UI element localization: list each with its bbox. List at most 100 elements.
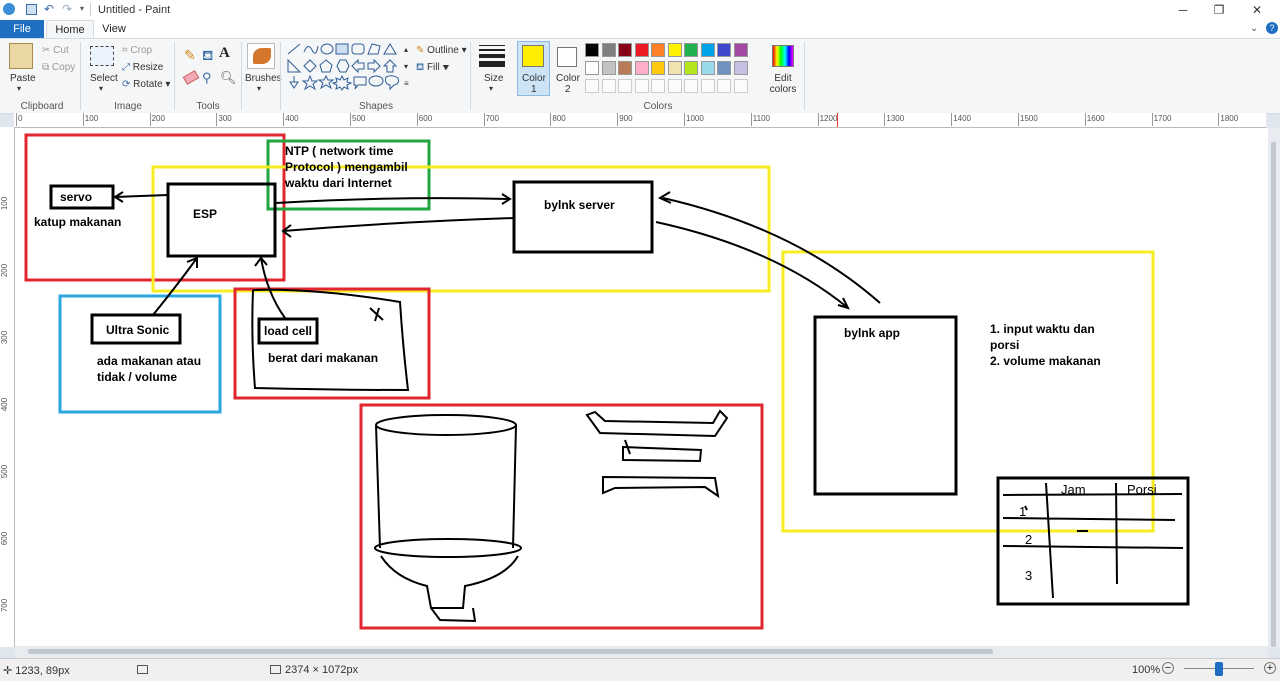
tab-file[interactable]: File: [0, 20, 44, 38]
palette-color-swatch[interactable]: [700, 61, 715, 75]
rotate-button[interactable]: ⟳ Rotate ▾: [122, 79, 170, 90]
zoom-in-button[interactable]: +: [1264, 662, 1276, 674]
palette-color-swatch[interactable]: [651, 61, 665, 75]
ntp-line1: NTP ( network time: [285, 144, 394, 158]
window-title: Untitled - Paint: [98, 4, 171, 16]
horizontal-scrollbar[interactable]: [15, 646, 1268, 658]
container-funnel: [380, 555, 519, 609]
palette-color-swatch[interactable]: [733, 43, 748, 57]
shapes-gallery[interactable]: [286, 42, 412, 92]
ruler-tick-line: [283, 113, 285, 126]
text-tool-icon[interactable]: A: [219, 45, 230, 62]
custom-color-slot[interactable]: [733, 79, 748, 93]
palette-color-swatch[interactable]: [585, 61, 599, 75]
resize-button[interactable]: ⤢ Resize: [122, 62, 163, 73]
vertical-scrollbar[interactable]: [1268, 128, 1280, 648]
zoom-out-button[interactable]: −: [1162, 662, 1174, 674]
tab-home[interactable]: Home: [46, 20, 94, 38]
size-icon[interactable]: [479, 45, 505, 67]
custom-color-slot[interactable]: [651, 79, 665, 93]
app-label: bylnk app: [844, 326, 900, 340]
palette-color-swatch[interactable]: [601, 43, 616, 57]
edit-colors-button[interactable]: Edit colors: [768, 73, 798, 95]
arrow-server-to-app: [655, 221, 850, 310]
custom-color-slot[interactable]: [667, 79, 682, 93]
paste-dropdown-icon[interactable]: ▾: [17, 84, 21, 93]
outline-button[interactable]: ✎ Outline ▾: [416, 45, 467, 56]
drawing-svg[interactable]: servo katup makanan ESP NTP ( network ti…: [15, 128, 1268, 646]
close-button[interactable]: ✕: [1234, 0, 1280, 20]
custom-color-slot[interactable]: [700, 79, 715, 93]
color2-label[interactable]: Color: [556, 73, 580, 84]
palette-color-swatch[interactable]: [717, 61, 731, 75]
drawing-canvas[interactable]: servo katup makanan ESP NTP ( network ti…: [15, 128, 1268, 646]
help-icon[interactable]: ?: [1266, 22, 1278, 34]
palette-color-swatch[interactable]: [585, 43, 599, 57]
pencil-icon[interactable]: ✎: [184, 47, 196, 64]
shapes-scroll-down-icon[interactable]: ▾: [404, 62, 408, 71]
crop-button[interactable]: ⌗ Crop: [122, 45, 152, 56]
palette-color-swatch[interactable]: [717, 43, 731, 57]
custom-color-slot[interactable]: [618, 79, 632, 93]
custom-color-slot[interactable]: [601, 79, 616, 93]
custom-color-slot[interactable]: [717, 79, 731, 93]
collapse-ribbon-icon[interactable]: ⌄: [1250, 23, 1258, 34]
edit-colors-icon[interactable]: [772, 45, 794, 67]
select-button[interactable]: Select: [90, 73, 118, 84]
horizontal-scroll-thumb[interactable]: [28, 649, 993, 654]
undo-icon[interactable]: ↶: [44, 2, 54, 16]
arrow-ultrasonic-to-esp: [152, 256, 198, 316]
palette-color-swatch[interactable]: [601, 61, 616, 75]
palette-color-swatch[interactable]: [618, 61, 632, 75]
palette-color-swatch[interactable]: [667, 61, 682, 75]
palette-color-swatch[interactable]: [651, 43, 665, 57]
shapes-scroll-up-icon[interactable]: ▴: [404, 45, 408, 54]
cut-button[interactable]: ✂ Cut: [42, 45, 69, 56]
palette-color-swatch[interactable]: [618, 43, 632, 57]
brushes-dropdown-icon[interactable]: ▾: [257, 84, 261, 93]
paint-app-icon[interactable]: [3, 3, 15, 15]
palette-color-swatch[interactable]: [700, 43, 715, 57]
select-dropdown-icon[interactable]: ▾: [99, 84, 103, 93]
custom-color-slot[interactable]: [634, 79, 649, 93]
palette-color-swatch[interactable]: [634, 43, 649, 57]
paste-button[interactable]: Paste: [10, 73, 36, 84]
palette-color-swatch[interactable]: [634, 61, 649, 75]
size-button[interactable]: Size: [484, 73, 503, 84]
color2-swatch[interactable]: [557, 47, 577, 67]
copy-icon: ⧉: [42, 62, 52, 73]
magnifier-icon[interactable]: 🔍︎: [220, 70, 237, 86]
redo-icon[interactable]: ↷: [62, 2, 72, 16]
custom-color-slot[interactable]: [585, 79, 599, 93]
ruler-tick-line: [550, 113, 552, 126]
select-icon[interactable]: [90, 46, 114, 66]
vertical-scroll-thumb[interactable]: [1271, 142, 1276, 647]
color-picker-icon[interactable]: ⚲: [202, 70, 212, 86]
ruler-tick-line: [216, 113, 218, 126]
copy-button[interactable]: ⧉ Copy: [42, 62, 75, 73]
palette-color-swatch[interactable]: [684, 61, 698, 75]
quick-access-dropdown-icon[interactable]: ▾: [80, 4, 84, 13]
paste-icon[interactable]: [9, 43, 33, 69]
ruler-tick-label: 1700: [1153, 114, 1172, 123]
custom-color-slot[interactable]: [684, 79, 698, 93]
ruler-tick-label: 400: [285, 114, 299, 123]
tab-view[interactable]: View: [94, 20, 134, 38]
brushes-icon[interactable]: [247, 43, 275, 69]
palette-color-swatch[interactable]: [684, 43, 698, 57]
size-dropdown-icon[interactable]: ▾: [489, 84, 493, 93]
zoom-slider-thumb[interactable]: [1215, 662, 1223, 676]
palette-color-swatch[interactable]: [733, 61, 748, 75]
shapes-more-icon[interactable]: ≡: [404, 79, 409, 88]
fill-button[interactable]: ⛾ Fill ▾: [416, 62, 449, 75]
fill-bucket-icon[interactable]: ⛾: [202, 47, 213, 66]
brushes-button[interactable]: Brushes: [245, 73, 282, 84]
server-label: bylnk server: [544, 198, 615, 212]
save-icon[interactable]: [26, 4, 37, 15]
ultrasonic-desc1: ada makanan atau: [97, 354, 201, 368]
red-frame-container: [359, 403, 764, 630]
palette-color-swatch[interactable]: [667, 43, 682, 57]
vertical-ruler: 100 200 300 400 500 600 700: [0, 127, 15, 647]
katup-label: katup makanan: [34, 215, 121, 229]
arrow-esp-to-servo: [113, 191, 169, 203]
